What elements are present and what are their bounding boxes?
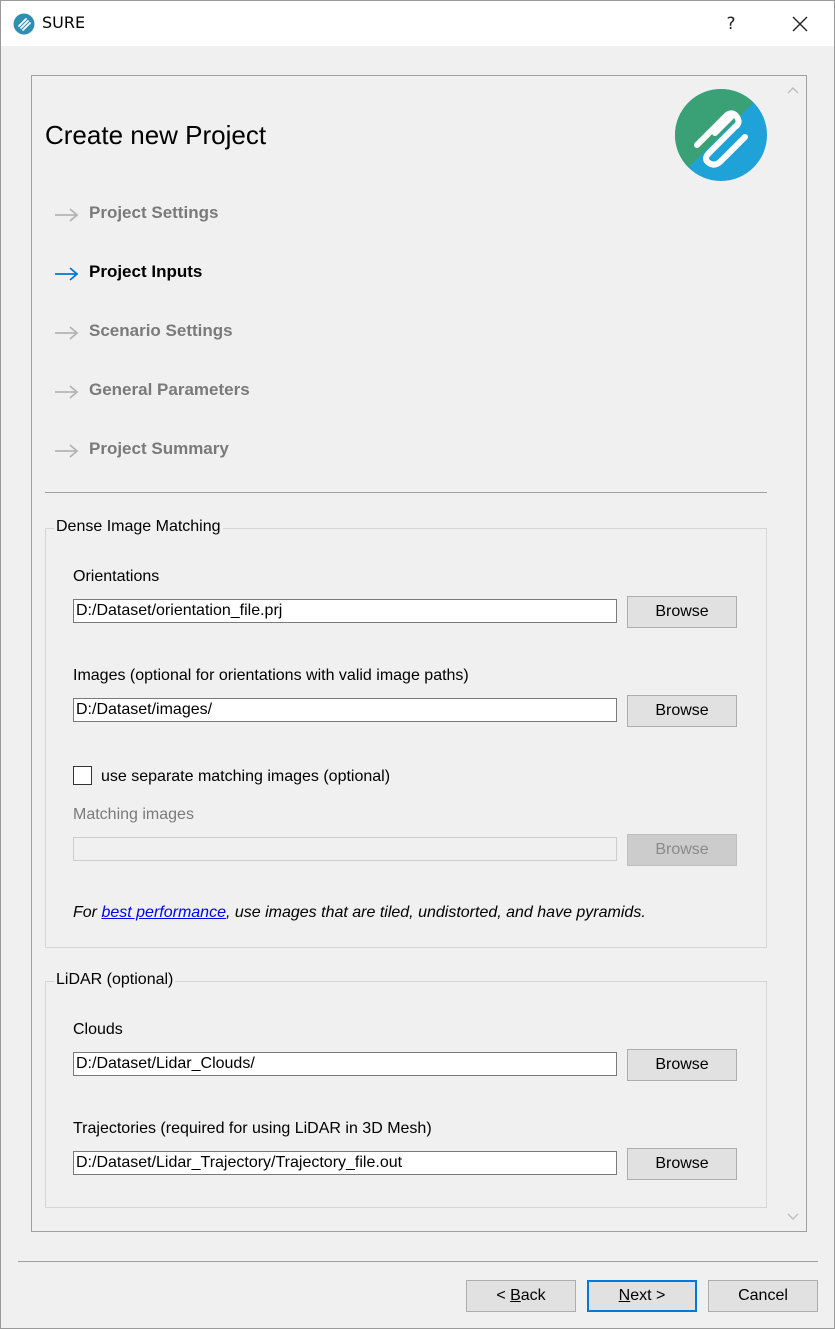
sure-app-icon — [13, 13, 35, 35]
divider — [45, 492, 767, 493]
scroll-up-icon[interactable] — [784, 82, 802, 100]
step-label: Project Inputs — [89, 262, 203, 281]
orientations-label: Orientations — [73, 568, 160, 585]
scroll-down-icon[interactable] — [784, 1207, 802, 1225]
close-icon[interactable] — [785, 9, 815, 39]
lidar-group: LiDAR (optional) Clouds D:/Dataset/Lidar… — [45, 971, 767, 1208]
dialog-window: SURE ? Create new Project Project Settin… — [0, 0, 835, 1329]
arrow-right-icon — [55, 385, 79, 399]
back-button[interactable]: < Back — [466, 1280, 576, 1312]
next-button[interactable]: Next > — [587, 1280, 697, 1312]
window-title: SURE — [42, 13, 86, 32]
step-label: General Parameters — [89, 380, 250, 399]
trajectories-label: Trajectories (required for using LiDAR i… — [73, 1120, 432, 1137]
group-title: LiDAR (optional) — [54, 971, 176, 989]
separate-matching-label[interactable]: use separate matching images (optional) — [101, 768, 390, 786]
page-title: Create new Project — [45, 120, 267, 150]
group-title: Dense Image Matching — [54, 518, 223, 536]
clouds-input[interactable]: D:/Dataset/Lidar_Clouds/ — [73, 1052, 617, 1076]
best-performance-link[interactable]: best performance — [101, 904, 226, 921]
orientations-input[interactable]: D:/Dataset/orientation_file.prj — [73, 599, 617, 623]
images-input[interactable]: D:/Dataset/images/ — [73, 698, 617, 722]
wizard-page-panel: Create new Project Project Settings Proj… — [31, 75, 807, 1232]
sure-logo — [675, 89, 767, 181]
step-label: Project Settings — [89, 203, 219, 222]
separate-matching-checkbox[interactable] — [73, 766, 92, 785]
footer-divider — [18, 1261, 818, 1262]
matching-images-browse-button[interactable]: Browse — [627, 834, 737, 866]
trajectories-input[interactable]: D:/Dataset/Lidar_Trajectory/Trajectory_f… — [73, 1151, 617, 1175]
images-label: Images (optional for orientations with v… — [73, 667, 469, 684]
matching-images-input[interactable] — [73, 837, 617, 861]
step-label: Project Summary — [89, 439, 229, 458]
trajectories-browse-button[interactable]: Browse — [627, 1148, 737, 1180]
performance-note: For best performance, use images that ar… — [73, 904, 646, 921]
vertical-scrollbar[interactable] — [780, 76, 806, 1231]
step-label: Scenario Settings — [89, 321, 233, 340]
arrow-right-icon — [55, 444, 79, 458]
cancel-button[interactable]: Cancel — [708, 1280, 818, 1312]
arrow-right-icon — [55, 326, 79, 340]
orientations-browse-button[interactable]: Browse — [627, 596, 737, 628]
clouds-label: Clouds — [73, 1021, 123, 1038]
images-browse-button[interactable]: Browse — [627, 695, 737, 727]
arrow-right-icon — [55, 208, 79, 222]
help-button[interactable]: ? — [717, 7, 745, 41]
clouds-browse-button[interactable]: Browse — [627, 1049, 737, 1081]
arrow-right-icon — [55, 267, 79, 281]
title-bar: SURE ? — [1, 1, 834, 46]
matching-images-label: Matching images — [73, 806, 194, 823]
dense-image-matching-group: Dense Image Matching Orientations D:/Dat… — [45, 518, 767, 948]
